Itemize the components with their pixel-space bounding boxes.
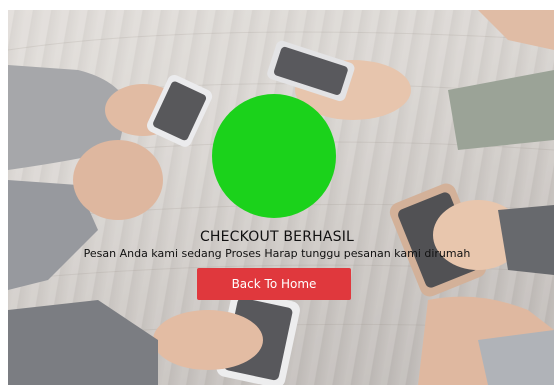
checkout-success-page: CHECKOUT BERHASIL Pesan Anda kami sedang… xyxy=(0,0,554,385)
left-margin xyxy=(0,0,8,385)
back-to-home-button[interactable]: Back To Home xyxy=(197,268,351,300)
top-margin xyxy=(0,0,554,10)
success-status-circle xyxy=(212,94,336,218)
checkout-title: CHECKOUT BERHASIL xyxy=(199,229,355,245)
checkout-message: Pesan Anda kami sedang Proses Harap tung… xyxy=(83,247,471,260)
